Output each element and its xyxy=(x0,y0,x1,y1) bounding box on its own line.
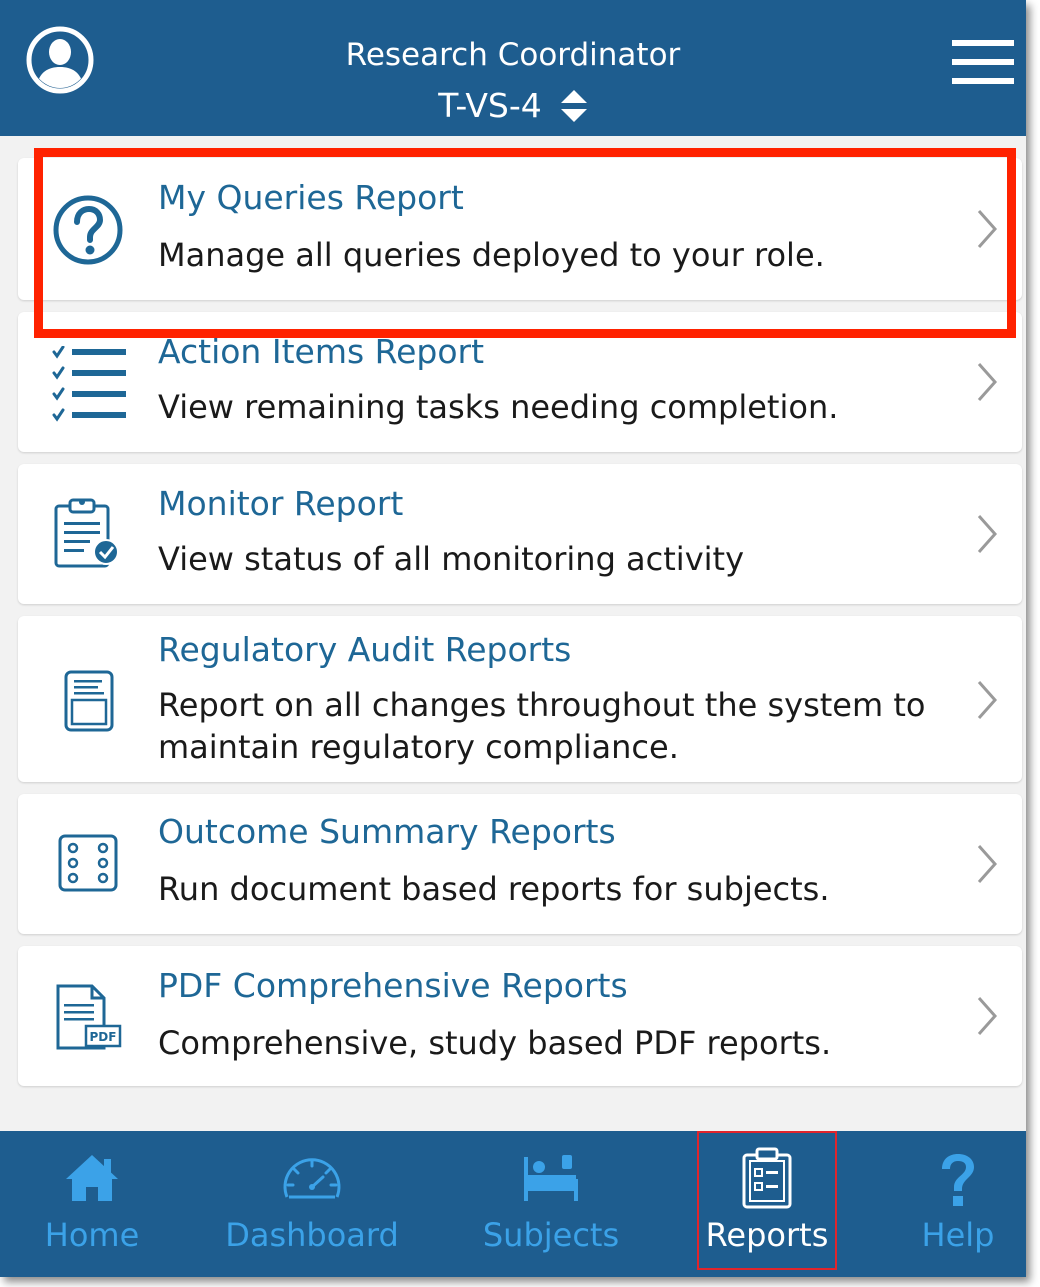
app-header: Research Coordinator T-VS-4 xyxy=(0,0,1026,136)
clipboard-list-icon xyxy=(742,1147,792,1209)
chevron-right-icon xyxy=(977,845,998,883)
report-card-monitor[interactable]: Monitor Report View status of all monito… xyxy=(18,464,1022,604)
report-title: Monitor Report xyxy=(158,484,404,523)
checklist-icon xyxy=(52,346,126,422)
svg-text:PDF: PDF xyxy=(90,1030,117,1044)
nav-label: Subjects xyxy=(482,1216,620,1254)
question-mark-icon xyxy=(942,1154,974,1206)
report-title: PDF Comprehensive Reports xyxy=(158,966,628,1005)
study-selector[interactable]: T-VS-4 xyxy=(0,84,1026,126)
home-icon xyxy=(66,1155,118,1201)
role-title: Research Coordinator xyxy=(345,37,681,73)
report-description: Manage all queries deployed to your role… xyxy=(158,236,825,274)
report-card-pdf-comprehensive[interactable]: PDF PDF Comprehensive Reports Comprehens… xyxy=(18,946,1022,1086)
report-card-my-queries[interactable]: My Queries Report Manage all queries dep… xyxy=(18,158,1022,300)
report-description: Comprehensive, study based PDF reports. xyxy=(158,1024,832,1062)
bed-icon xyxy=(524,1155,578,1201)
chevron-right-icon xyxy=(977,363,998,401)
report-title: My Queries Report xyxy=(158,178,464,217)
report-description: Run document based reports for subjects. xyxy=(158,870,830,908)
report-card-outcome-summary[interactable]: Outcome Summary Reports Run document bas… xyxy=(18,794,1022,934)
chevron-right-icon xyxy=(977,997,998,1035)
nav-label: Home xyxy=(44,1216,140,1254)
nav-dashboard[interactable]: Dashboard xyxy=(222,1131,402,1277)
question-circle-icon xyxy=(53,195,123,265)
nav-reports[interactable]: Reports xyxy=(699,1131,835,1277)
study-name: T-VS-4 xyxy=(438,85,542,125)
pdf-file-icon: PDF xyxy=(56,984,122,1050)
nav-help[interactable]: Help xyxy=(900,1131,1016,1277)
report-title: Outcome Summary Reports xyxy=(158,812,616,851)
report-description: Report on all changes throughout the sys… xyxy=(158,686,926,766)
report-title: Regulatory Audit Reports xyxy=(158,630,572,669)
nav-label: Dashboard xyxy=(225,1216,399,1254)
report-card-regulatory-audit[interactable]: Regulatory Audit Reports Report on all c… xyxy=(18,616,1022,782)
nav-home[interactable]: Home xyxy=(22,1131,162,1277)
report-description: View remaining tasks needing completion. xyxy=(158,388,839,426)
report-description: View status of all monitoring activity xyxy=(158,540,744,578)
nav-subjects[interactable]: Subjects xyxy=(476,1131,626,1277)
report-card-action-items[interactable]: Action Items Report View remaining tasks… xyxy=(18,312,1022,452)
document-icon xyxy=(64,670,114,732)
nav-label: Help xyxy=(921,1216,995,1254)
bottom-navigation: Home Dashboard Subjects Reports Help xyxy=(0,1131,1026,1277)
app-screen: Research Coordinator T-VS-4 My Queries R… xyxy=(0,0,1026,1277)
chevron-right-icon xyxy=(977,210,998,248)
chevron-right-icon xyxy=(977,681,998,719)
speedometer-icon xyxy=(283,1158,341,1199)
clipboard-check-icon xyxy=(54,498,119,568)
hamburger-menu-icon[interactable] xyxy=(952,40,1014,84)
sort-arrows-icon xyxy=(560,89,587,122)
report-title: Action Items Report xyxy=(158,332,485,371)
nav-label: Reports xyxy=(705,1216,829,1254)
chevron-right-icon xyxy=(977,515,998,553)
dice-six-icon xyxy=(58,834,118,892)
